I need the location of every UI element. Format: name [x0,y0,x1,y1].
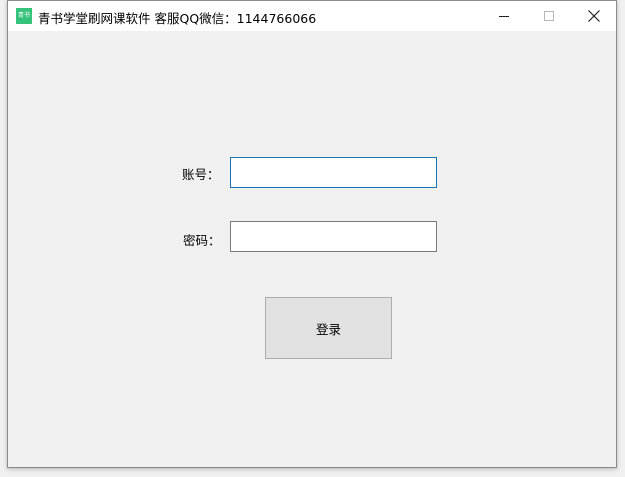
close-button[interactable] [571,1,617,31]
account-label: 账号： [182,167,220,182]
app-logo-icon: 青书 [16,8,32,24]
title-bar[interactable]: 青书 青书学堂刷网课软件 客服QQ微信：1144766066 [8,1,616,31]
maximize-button[interactable] [526,1,572,31]
window-title: 青书学堂刷网课软件 客服QQ微信：1144766066 [38,11,317,26]
maximize-icon [544,11,554,21]
password-label: 密码： [183,233,221,248]
minimize-button[interactable] [481,1,527,31]
minimize-icon [499,15,509,17]
close-icon [588,10,600,22]
account-input[interactable] [230,157,437,188]
app-window: 青书 青书学堂刷网课软件 客服QQ微信：1144766066 账号： 密码： 登… [7,0,617,468]
login-button[interactable]: 登录 [265,297,392,359]
password-input[interactable] [230,221,437,252]
